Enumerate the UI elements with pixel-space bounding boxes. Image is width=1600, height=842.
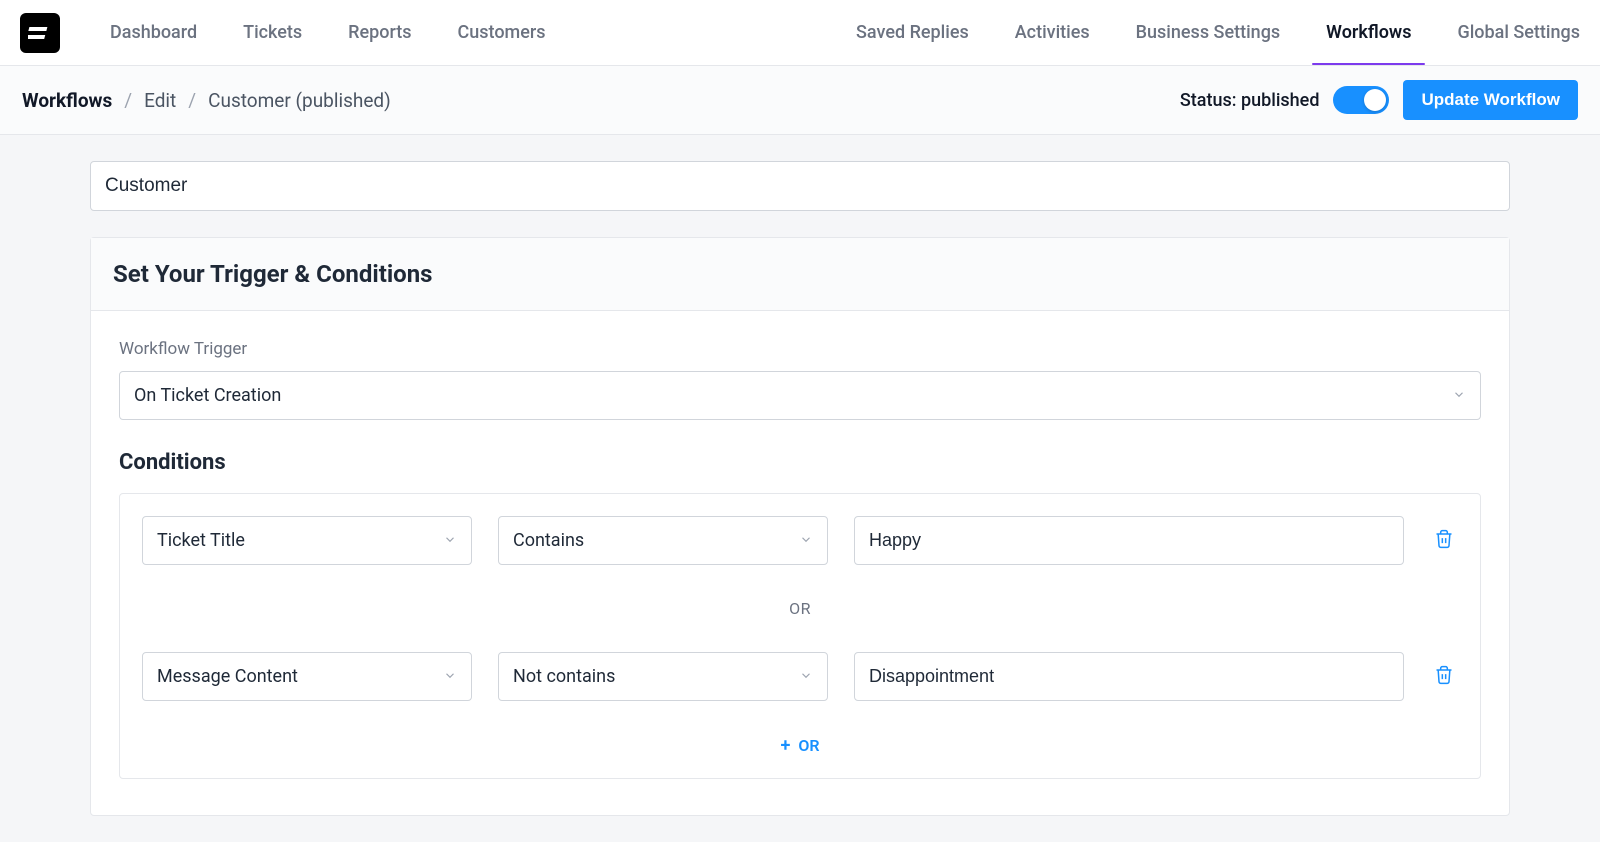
condition-field-value: Ticket Title — [157, 530, 245, 551]
conditions-container: Ticket Title Contains — [119, 493, 1481, 779]
nav-dashboard[interactable]: Dashboard — [110, 2, 197, 63]
status-label: Status: published — [1180, 90, 1320, 111]
trash-icon — [1434, 529, 1454, 549]
condition-operator-value: Not contains — [513, 666, 615, 687]
breadcrumb-edit[interactable]: Edit — [144, 89, 176, 112]
trigger-label: Workflow Trigger — [119, 339, 1481, 359]
trigger-conditions-panel: Set Your Trigger & Conditions Workflow T… — [90, 237, 1510, 816]
condition-row: Ticket Title Contains — [142, 516, 1458, 565]
condition-value-input[interactable] — [854, 516, 1404, 565]
condition-field-select[interactable]: Message Content — [142, 652, 472, 701]
condition-field-value: Message Content — [157, 666, 298, 687]
chevron-down-icon — [799, 666, 813, 687]
nav-tickets[interactable]: Tickets — [243, 2, 302, 63]
nav-customers[interactable]: Customers — [458, 2, 546, 63]
breadcrumb-sep: / — [188, 89, 196, 112]
chevron-down-icon — [799, 530, 813, 551]
add-or-label: OR — [798, 736, 819, 755]
status-toggle[interactable] — [1333, 86, 1389, 114]
plus-icon: + — [780, 735, 790, 756]
delete-condition-button[interactable] — [1430, 525, 1458, 557]
condition-value-input[interactable] — [854, 652, 1404, 701]
nav-left-group: Dashboard Tickets Reports Customers — [110, 2, 546, 63]
chevron-down-icon — [1452, 385, 1466, 406]
conditions-title: Conditions — [119, 450, 1481, 475]
nav-workflows[interactable]: Workflows — [1326, 2, 1411, 63]
chevron-down-icon — [443, 530, 457, 551]
update-workflow-button[interactable]: Update Workflow — [1403, 80, 1578, 120]
breadcrumb-leaf: Customer (published) — [208, 89, 391, 112]
trigger-select-value: On Ticket Creation — [134, 385, 281, 406]
condition-operator-select[interactable]: Not contains — [498, 652, 828, 701]
workflow-name-input[interactable] — [90, 161, 1510, 211]
main-content: Set Your Trigger & Conditions Workflow T… — [0, 135, 1600, 842]
add-or-condition-button[interactable]: + OR — [142, 701, 1458, 756]
breadcrumb-sep: / — [124, 89, 132, 112]
nav-right-group: Saved Replies Activities Business Settin… — [856, 2, 1580, 63]
breadcrumb-root[interactable]: Workflows — [22, 89, 112, 112]
trash-icon — [1434, 665, 1454, 685]
nav-global-settings[interactable]: Global Settings — [1457, 2, 1580, 63]
condition-row: Message Content Not contains — [142, 652, 1458, 701]
or-separator: OR — [142, 565, 1458, 652]
nav-saved-replies[interactable]: Saved Replies — [856, 2, 969, 63]
app-logo[interactable] — [20, 13, 60, 53]
sub-header: Workflows / Edit / Customer (published) … — [0, 66, 1600, 135]
delete-condition-button[interactable] — [1430, 661, 1458, 693]
condition-operator-select[interactable]: Contains — [498, 516, 828, 565]
trigger-select[interactable]: On Ticket Creation — [119, 371, 1481, 420]
chevron-down-icon — [443, 666, 457, 687]
nav-reports[interactable]: Reports — [348, 2, 411, 63]
panel-body: Workflow Trigger On Ticket Creation Cond… — [91, 311, 1509, 815]
top-nav: Dashboard Tickets Reports Customers Save… — [0, 0, 1600, 66]
nav-business-settings[interactable]: Business Settings — [1136, 2, 1281, 63]
toggle-knob — [1364, 89, 1386, 111]
logo-icon — [28, 21, 52, 45]
condition-operator-value: Contains — [513, 530, 584, 551]
sub-header-actions: Status: published Update Workflow — [1180, 80, 1578, 120]
condition-field-select[interactable]: Ticket Title — [142, 516, 472, 565]
nav-activities[interactable]: Activities — [1015, 2, 1090, 63]
panel-title: Set Your Trigger & Conditions — [91, 238, 1509, 311]
